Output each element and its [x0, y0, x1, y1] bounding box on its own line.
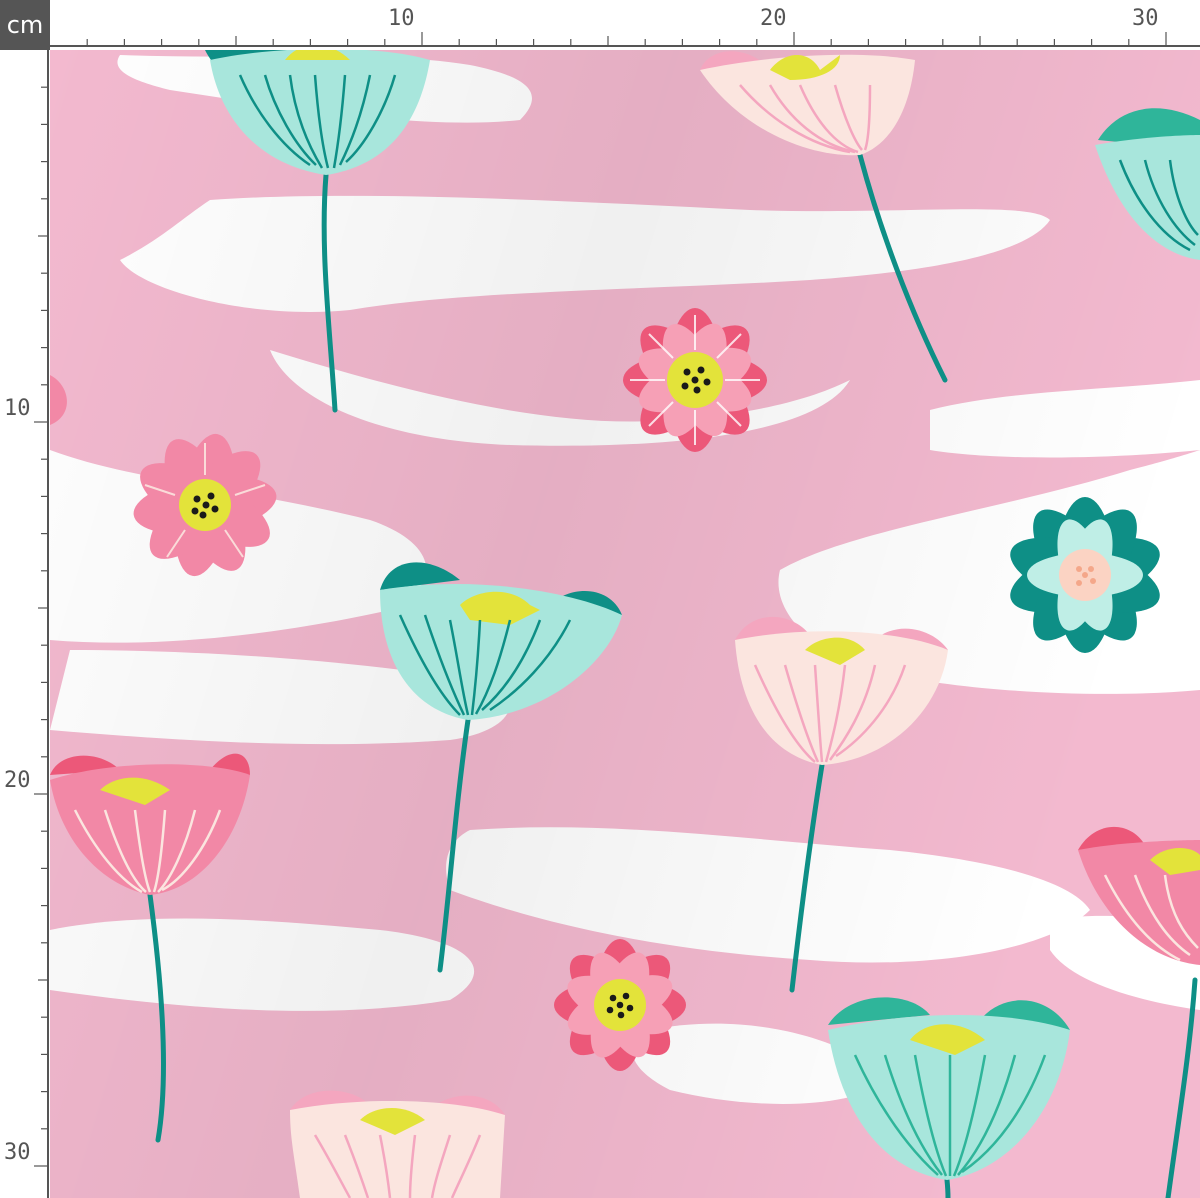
- ruler-unit-badge: cm: [0, 0, 50, 50]
- fabric-preview: cm 10 20 30 10 20 30: [0, 0, 1200, 1198]
- ruler-left-ticks: [34, 50, 49, 1198]
- daisy-flower: [623, 308, 767, 452]
- ruler-left-label-20: 20: [4, 768, 31, 793]
- ruler-left: 10 20 30: [0, 50, 50, 1198]
- ruler-left-label-10: 10: [4, 396, 31, 421]
- ruler-unit-label: cm: [6, 11, 44, 39]
- fabric-swatch: [50, 50, 1200, 1198]
- floral-pattern: [50, 50, 1200, 1198]
- tulip-flower: [290, 1090, 505, 1198]
- ruler-top-ticks: [50, 32, 1200, 47]
- ruler-top-label-10: 10: [388, 6, 415, 31]
- ruler-top-label-30: 30: [1132, 6, 1159, 31]
- ruler-left-label-30: 30: [4, 1140, 31, 1165]
- ruler-top-label-20: 20: [760, 6, 787, 31]
- ruler-top: 10 20 30: [50, 0, 1200, 50]
- daisy-flower: [554, 939, 686, 1071]
